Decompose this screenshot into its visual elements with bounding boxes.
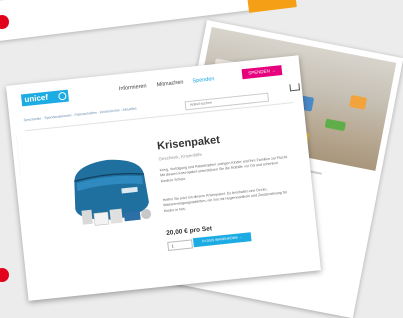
search-input[interactable]: Artikel suchen — [184, 92, 270, 111]
nav-mitmachen[interactable]: Mitmachen — [156, 79, 183, 88]
crisis-kit-bag-image — [74, 159, 152, 226]
globe-icon — [57, 91, 67, 101]
product-title: Krisenpaket — [156, 133, 221, 153]
nav-spenden[interactable]: Spenden — [192, 76, 215, 84]
product-description: Helfen Sie jetzt mit diesem Krisenpaket.… — [162, 187, 288, 213]
margin-print-text: · · · · · · · · · · · · · · · · · · · · … — [14, 133, 23, 176]
quantity-field[interactable]: 1 — [167, 239, 193, 251]
unicef-logo[interactable]: unicef — [20, 89, 69, 107]
add-to-cart-button[interactable]: IN DEN WARENKORB → — [192, 232, 252, 248]
product-subtitle: Geschenk, Krisenhilfe — [158, 151, 203, 162]
nav-informieren[interactable]: Informieren — [119, 83, 147, 92]
product-price: 20,00 € pro Set — [165, 225, 213, 238]
red-marker-dot — [0, 268, 9, 282]
unicef-product-page: unicef Informieren Mitmachen Spenden SPE… — [6, 55, 321, 301]
shopping-cart-icon[interactable] — [289, 83, 301, 92]
orange-banner-strip — [247, 0, 297, 13]
donate-button[interactable]: SPENDEN → — [241, 65, 283, 80]
